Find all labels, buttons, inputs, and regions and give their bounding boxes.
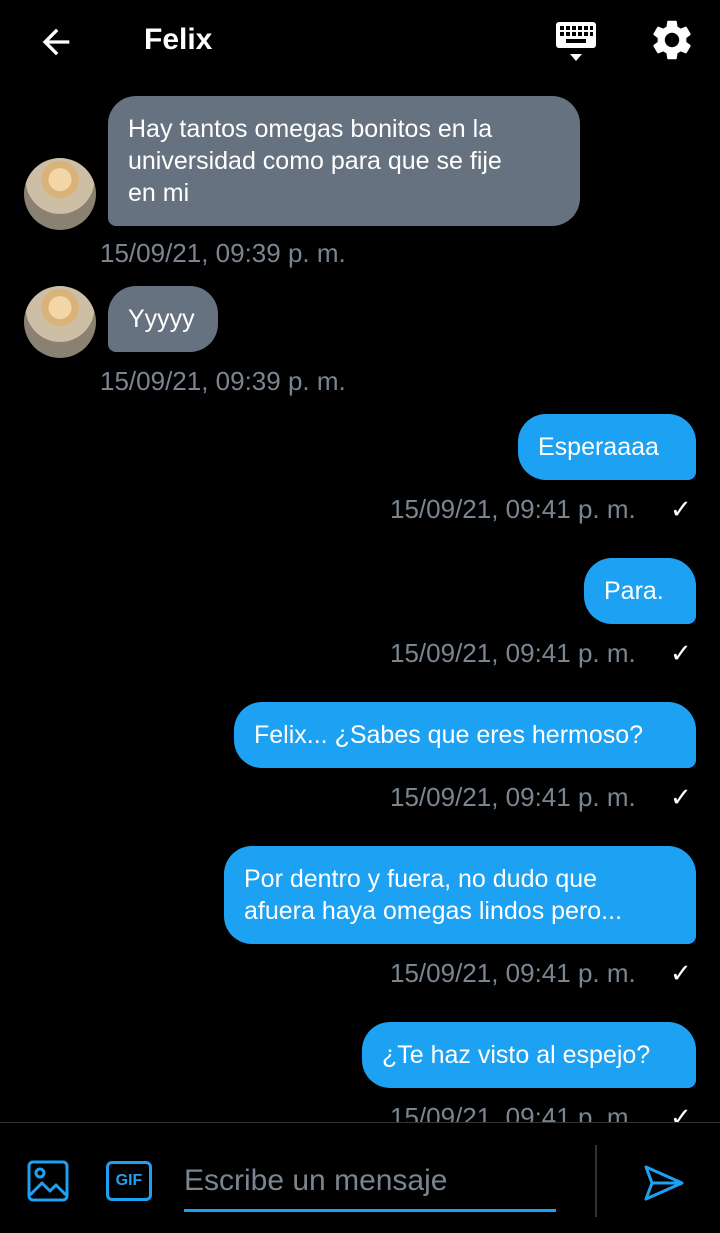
arrow-left-icon: [42, 28, 70, 56]
image-icon: [27, 1160, 69, 1202]
settings-button[interactable]: [648, 16, 696, 64]
top-bar: Felix: [0, 0, 720, 84]
outgoing-message-bubble[interactable]: ¿Te haz visto al espejo?: [362, 1022, 696, 1088]
conversation-title: Felix: [144, 23, 213, 56]
message-timestamp: 15/09/21, 09:41 p. m.: [390, 494, 636, 524]
divider: [595, 1145, 597, 1217]
outgoing-message-bubble[interactable]: Por dentro y fuera, no dudo que afuera h…: [224, 846, 696, 944]
incoming-message-bubble[interactable]: Yyyyy: [108, 286, 218, 352]
avatar[interactable]: [24, 158, 96, 230]
avatar[interactable]: [24, 286, 96, 358]
sent-check-icon: ✓: [670, 638, 692, 668]
message-timestamp: 15/09/21, 09:41 p. m.: [390, 782, 636, 812]
message-list[interactable]: Hay tantos omegas bonitos en la universi…: [0, 84, 720, 1122]
message-composer: GIF: [0, 1122, 720, 1233]
sent-check-icon: ✓: [670, 1102, 692, 1122]
gif-button[interactable]: GIF: [106, 1161, 152, 1201]
back-button[interactable]: [34, 20, 78, 64]
outgoing-message-bubble[interactable]: Felix... ¿Sabes que eres hermoso?: [234, 702, 696, 768]
outgoing-message-bubble[interactable]: Para.: [584, 558, 696, 624]
message-timestamp: 15/09/21, 09:41 p. m.: [390, 958, 636, 988]
message-timestamp: 15/09/21, 09:41 p. m.: [390, 638, 636, 668]
keyboard-button[interactable]: [552, 18, 600, 66]
message-timestamp: 15/09/21, 09:39 p. m.: [100, 366, 346, 396]
message-timestamp: 15/09/21, 09:41 p. m.: [390, 1102, 636, 1122]
message-input[interactable]: [184, 1153, 556, 1212]
sent-check-icon: ✓: [670, 782, 692, 812]
send-icon: [644, 1165, 684, 1201]
keyboard-icon: [556, 22, 596, 61]
send-button[interactable]: [640, 1159, 688, 1207]
gear-icon: [653, 20, 691, 60]
sent-check-icon: ✓: [670, 494, 692, 524]
incoming-message-bubble[interactable]: Hay tantos omegas bonitos en la universi…: [108, 96, 580, 226]
outgoing-message-bubble[interactable]: Esperaaaa: [518, 414, 696, 480]
attach-image-button[interactable]: [26, 1159, 70, 1203]
sent-check-icon: ✓: [670, 958, 692, 988]
message-timestamp: 15/09/21, 09:39 p. m.: [100, 238, 346, 268]
